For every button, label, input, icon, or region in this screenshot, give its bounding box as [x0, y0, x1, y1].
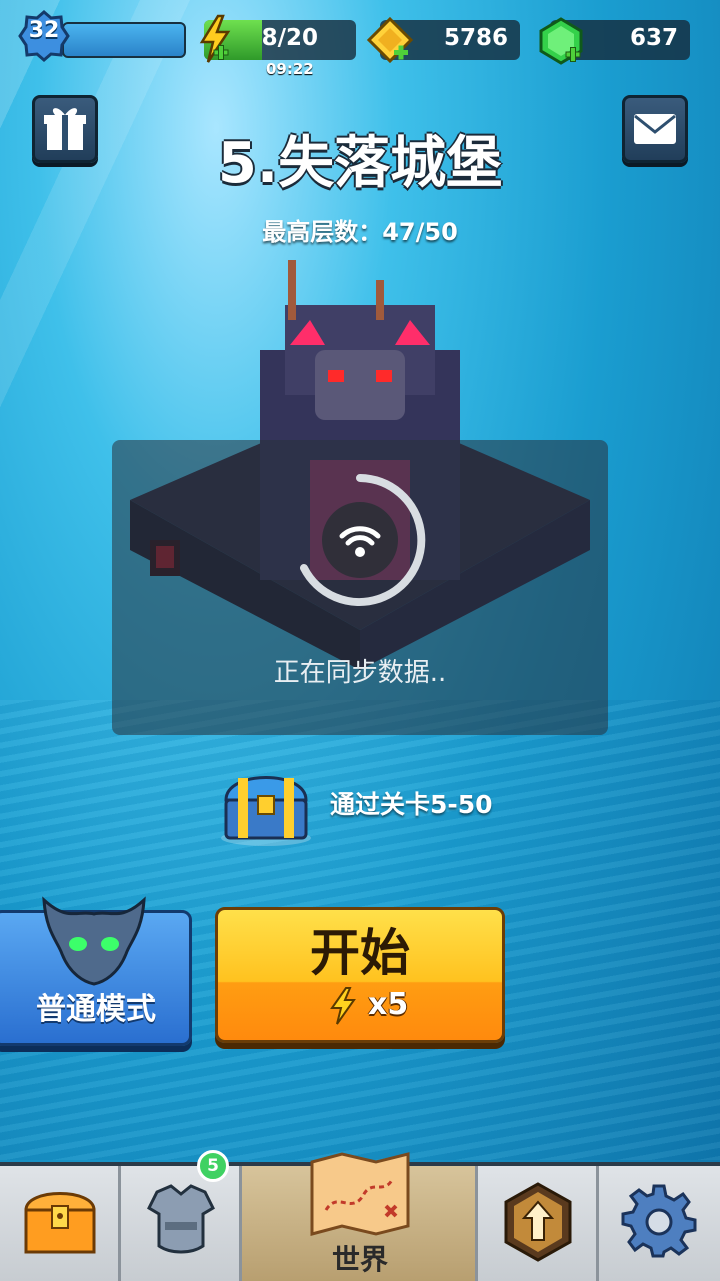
- nav-upgrade[interactable]: [478, 1166, 599, 1281]
- upgrade-arrow-icon: [504, 1182, 572, 1262]
- best-floor: 最高层数：47/50: [262, 218, 458, 246]
- energy-timer: 09:22: [266, 60, 314, 78]
- lightning-icon: [330, 987, 356, 1025]
- reward-requirement: 通过关卡5-50: [330, 790, 493, 819]
- equipment-notification-badge: 5: [197, 1150, 229, 1182]
- lightning-icon: [199, 14, 231, 63]
- treasure-chest-icon[interactable]: [216, 760, 316, 850]
- gold-coin-icon: [366, 16, 414, 64]
- treasure-map-icon: [310, 1152, 410, 1236]
- gear-icon: [621, 1184, 697, 1258]
- nav-world-label: 世界: [331, 1243, 388, 1276]
- start-label: 开始: [310, 924, 410, 982]
- green-gem-icon: [539, 17, 583, 65]
- sync-spinner-icon: [300, 474, 426, 606]
- coin-value: 5786: [443, 25, 508, 51]
- chest-icon: [24, 1192, 96, 1254]
- nav-settings[interactable]: [599, 1166, 720, 1281]
- xp-bar: [62, 22, 186, 58]
- nav-equipment[interactable]: [121, 1166, 242, 1281]
- demon-mask-icon: [42, 896, 146, 986]
- sync-message: 正在同步数据..: [273, 658, 447, 688]
- energy-value: 8/20: [261, 25, 318, 51]
- armor-icon: [147, 1184, 215, 1254]
- gem-value: 637: [629, 25, 678, 51]
- nav-chests[interactable]: [0, 1166, 121, 1281]
- mode-label: 普通模式: [36, 992, 156, 1027]
- stage-title: 5.失落城堡: [217, 131, 503, 196]
- start-energy-cost: x5: [368, 987, 409, 1022]
- player-level: 32: [28, 18, 60, 43]
